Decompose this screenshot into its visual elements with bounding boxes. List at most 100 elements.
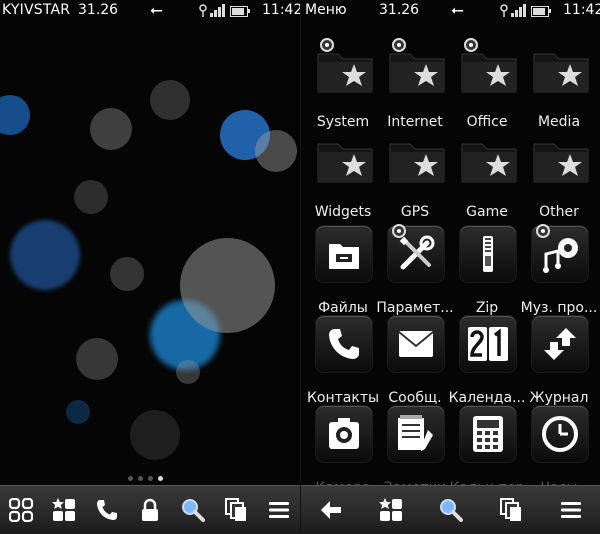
bokeh-circle bbox=[74, 180, 108, 214]
menu-item-zip[interactable]: Zip bbox=[447, 226, 521, 318]
carrier-name: KYIVSTAR bbox=[2, 2, 71, 18]
marked-indicator-icon bbox=[464, 38, 478, 52]
status-bar: KYIVSTAR 31.26 ⭠ 11:42 bbox=[0, 0, 300, 22]
music-player-icon bbox=[543, 238, 578, 273]
clock-icon bbox=[542, 416, 578, 452]
calculator-icon bbox=[473, 416, 503, 452]
home-toolbar bbox=[0, 485, 300, 534]
bokeh-circle bbox=[150, 80, 190, 120]
menu-item-label: Муз. про... bbox=[520, 300, 598, 316]
notes-icon bbox=[398, 415, 433, 451]
menu-item-label: System bbox=[316, 114, 370, 130]
bokeh-circle bbox=[76, 338, 118, 380]
menu-item-label: Media bbox=[537, 114, 581, 130]
menu-item-label: GPS bbox=[400, 204, 430, 220]
menu-item-label: Файлы bbox=[318, 300, 368, 316]
bokeh-circle bbox=[255, 130, 297, 172]
menu-item-settings[interactable]: Парамет... bbox=[375, 224, 454, 318]
app-tile bbox=[532, 406, 588, 462]
menu-item-internet[interactable]: Internet bbox=[375, 38, 449, 132]
phone-icon bbox=[97, 500, 118, 520]
menu-item-gps[interactable]: GPS bbox=[375, 130, 449, 222]
tasks-icon bbox=[224, 498, 246, 521]
page-dot bbox=[128, 476, 133, 481]
messages-icon bbox=[398, 331, 434, 357]
folder-star-icon bbox=[389, 143, 445, 183]
menu-item-contacts[interactable]: Контакты bbox=[303, 316, 379, 408]
menu-item-widgets[interactable]: Widgets bbox=[303, 130, 377, 222]
menu-item-calendar[interactable]: Календа... bbox=[447, 316, 525, 408]
menu-icon bbox=[561, 502, 581, 518]
search-button[interactable] bbox=[421, 486, 481, 534]
tasks-button[interactable] bbox=[214, 486, 257, 534]
marked-indicator-icon bbox=[536, 224, 550, 238]
menu-item-label: Widgets bbox=[314, 204, 372, 220]
lock-button[interactable] bbox=[129, 486, 172, 534]
menu-item-system[interactable]: System bbox=[303, 38, 377, 132]
phone-button[interactable] bbox=[86, 486, 129, 534]
page-indicator bbox=[128, 476, 163, 481]
menu-item-game[interactable]: Game bbox=[447, 130, 521, 222]
tasks-button[interactable] bbox=[481, 486, 541, 534]
contacts-phone-icon bbox=[329, 329, 359, 359]
favorites-button[interactable] bbox=[43, 486, 86, 534]
app-tile bbox=[388, 316, 444, 372]
favorites-button[interactable] bbox=[361, 486, 421, 534]
menu-item-label: Контакты bbox=[306, 390, 380, 406]
usb-icon: ⭠ bbox=[150, 0, 163, 19]
screenshot-pair: KYIVSTAR 31.26 ⭠ 11:42 Меню 31.26 ⭠ 11:4… bbox=[0, 0, 600, 534]
app-tile bbox=[460, 226, 516, 282]
lock-icon bbox=[142, 498, 158, 521]
back-button[interactable] bbox=[301, 486, 361, 534]
favorites-icon bbox=[379, 498, 402, 521]
menu-item-messages[interactable]: Сообщ. bbox=[375, 316, 449, 408]
menu-button[interactable] bbox=[257, 486, 300, 534]
bokeh-circle bbox=[66, 400, 90, 424]
folder-star-icon bbox=[533, 53, 589, 93]
menu-item-music-player[interactable]: Муз. про... bbox=[519, 224, 597, 318]
menu-item-other[interactable]: Other bbox=[519, 130, 593, 222]
back-icon bbox=[321, 501, 341, 519]
search-icon bbox=[440, 499, 463, 522]
menu-toolbar bbox=[301, 485, 600, 534]
menu-button[interactable] bbox=[541, 486, 600, 534]
zip-icon bbox=[483, 236, 493, 272]
antenna-icon bbox=[198, 3, 208, 17]
status-bar: Меню 31.26 ⭠ 11:42 bbox=[301, 0, 600, 22]
bokeh-circle bbox=[180, 238, 275, 333]
menu-item-files[interactable]: Файлы bbox=[303, 226, 377, 318]
apps-grid-button[interactable] bbox=[0, 486, 43, 534]
menu-item-label: Internet bbox=[387, 114, 443, 130]
file-manager-icon bbox=[329, 244, 359, 269]
app-tile bbox=[460, 406, 516, 462]
menu-item-label: Журнал bbox=[529, 390, 589, 406]
antenna-icon bbox=[499, 3, 509, 17]
menu-item-label: Календа... bbox=[448, 390, 526, 406]
page-dot bbox=[138, 476, 143, 481]
search-icon bbox=[181, 499, 205, 522]
marked-indicator-icon bbox=[392, 224, 406, 238]
log-icon bbox=[544, 328, 576, 360]
folder-star-icon bbox=[533, 143, 589, 183]
usb-icon: ⭠ bbox=[451, 0, 464, 19]
folder-star-icon bbox=[461, 143, 517, 183]
signal-bars-icon bbox=[511, 4, 526, 17]
menu-item-label: Сообщ. bbox=[388, 390, 442, 406]
menu-item-label: Other bbox=[539, 204, 579, 220]
menu-item-media[interactable]: Media bbox=[519, 40, 593, 132]
folder-star-icon bbox=[317, 53, 373, 93]
menu-item-office[interactable]: Office bbox=[447, 38, 521, 132]
home-screen: KYIVSTAR 31.26 ⭠ 11:42 bbox=[0, 0, 300, 534]
menu-item-log[interactable]: Журнал bbox=[519, 316, 593, 408]
bokeh-circle bbox=[130, 410, 180, 460]
bokeh-circle bbox=[176, 360, 200, 384]
screen-title: Меню bbox=[305, 2, 347, 18]
camera-icon bbox=[329, 418, 359, 449]
menu-screen: Меню 31.26 ⭠ 11:42 System Internet Offic… bbox=[300, 0, 600, 534]
status-date: 31.26 bbox=[379, 2, 420, 18]
bokeh-circle bbox=[110, 257, 144, 291]
search-button[interactable] bbox=[171, 486, 214, 534]
app-tile bbox=[388, 406, 444, 462]
menu-icon bbox=[268, 502, 289, 518]
calendar-icon bbox=[468, 327, 508, 361]
